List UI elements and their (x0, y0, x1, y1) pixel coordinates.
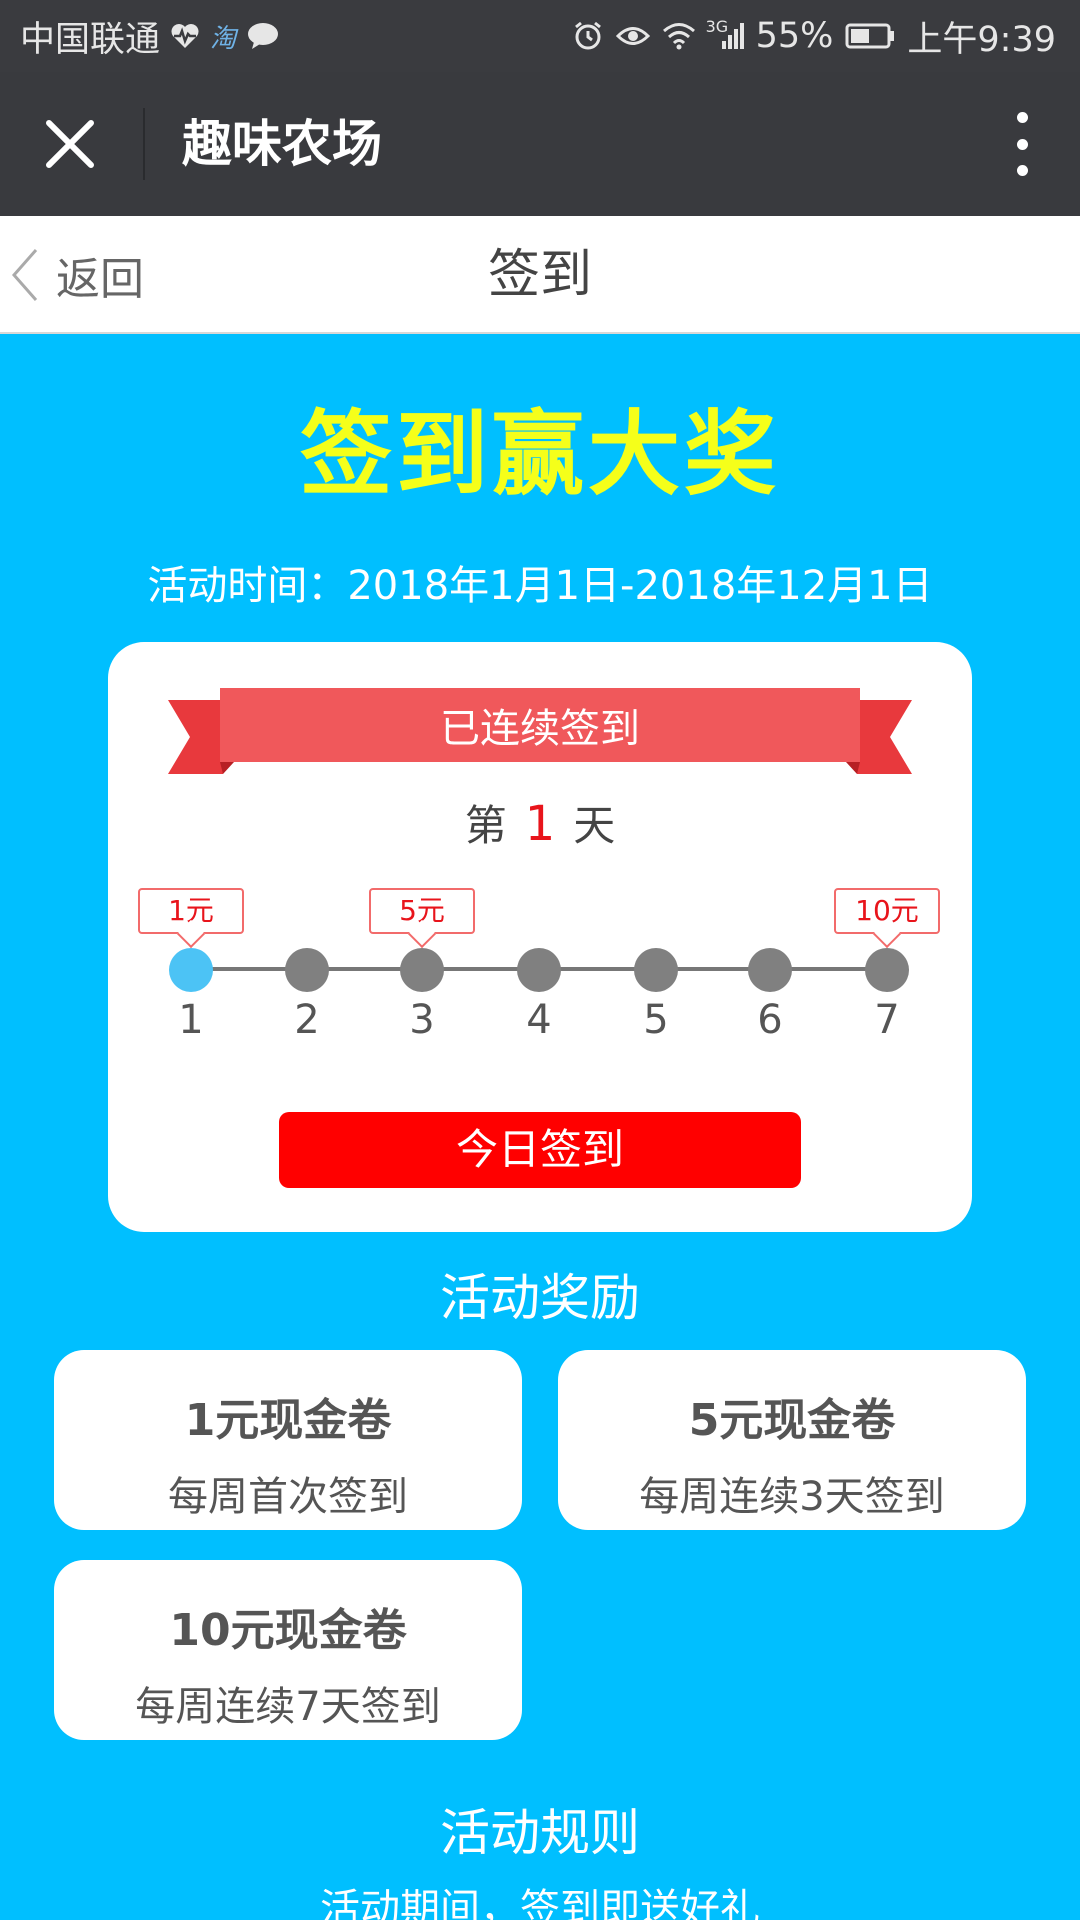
day-number: 1 (178, 997, 204, 1043)
title-divider (143, 108, 145, 180)
wifi-icon (662, 22, 696, 50)
activity-period: 活动时间：2018年1月1日-2018年12月1日 (147, 563, 933, 609)
page-title: 签到 (487, 245, 592, 305)
reward-condition: 每周连续3天签到 (639, 1474, 945, 1520)
app-title: 趣味农场 (182, 115, 382, 173)
day-number: 4 (526, 997, 552, 1043)
checkin-today-button[interactable]: 今日签到 (279, 1112, 801, 1188)
day-dot (517, 948, 561, 992)
more-menu-icon[interactable] (1010, 112, 1034, 176)
streak-ribbon: 已连续签到 (168, 688, 912, 778)
chat-bubble-icon (246, 21, 280, 51)
taobao-icon: 淘 (210, 23, 237, 54)
network-type-label: 3G (705, 17, 729, 36)
reward-card: 10元现金卷 每周连续7天签到 (54, 1560, 522, 1740)
day-dot (748, 948, 792, 992)
day-dot (169, 948, 213, 992)
webview-title-bar: 趣味农场 (0, 72, 1080, 216)
back-label: 返回 (56, 254, 144, 305)
reward-card: 5元现金卷 每周连续3天签到 (558, 1350, 1026, 1530)
reward-condition: 每周首次签到 (168, 1474, 408, 1520)
ribbon-label: 已连续签到 (440, 706, 640, 752)
day-number: 7 (874, 997, 900, 1043)
rules-text: 活动期间，签到即送好礼 (320, 1886, 760, 1920)
streak-prefix: 第 (464, 801, 507, 850)
streak-days: 1 (524, 796, 556, 852)
status-bar: 中国联通 淘 3G 55% 上午9:39 (0, 0, 1080, 72)
hero-title: 签到赢大奖 (299, 401, 780, 508)
checkin-card: 已连续签到 第1天 1 2 3 4 5 6 7 1元 5元 10元 今日签到 (108, 642, 972, 1232)
chevron-left-icon (12, 249, 38, 301)
eye-icon (615, 23, 650, 49)
page-header: 签到 返回 (0, 216, 1080, 334)
alarm-icon (572, 20, 604, 52)
reward-name: 1元现金卷 (184, 1395, 392, 1446)
reward-name: 5元现金卷 (688, 1395, 896, 1446)
signal-icon: 3G (706, 17, 744, 51)
rewards-section-title: 活动奖励 (440, 1269, 640, 1327)
streak-counter: 第1天 (108, 792, 972, 853)
clock: 上午9:39 (907, 19, 1056, 60)
reward-tag: 1元 (138, 888, 244, 934)
reward-tag: 5元 (369, 888, 475, 934)
heart-rate-icon (170, 22, 200, 50)
day-dot (865, 948, 909, 992)
day-number: 6 (757, 997, 783, 1043)
reward-tag: 10元 (834, 888, 940, 934)
reward-card: 1元现金卷 每周首次签到 (54, 1350, 522, 1530)
streak-suffix: 天 (573, 801, 616, 850)
battery-percent: 55% (755, 16, 834, 56)
carrier-label: 中国联通 (20, 19, 161, 60)
battery-icon (845, 23, 895, 49)
rules-section-title: 活动规则 (440, 1804, 640, 1862)
reward-name: 10元现金卷 (169, 1605, 407, 1656)
day-dot (400, 948, 444, 992)
reward-condition: 每周连续7天签到 (135, 1684, 441, 1730)
day-number: 2 (294, 997, 320, 1043)
day-dot (634, 948, 678, 992)
back-button[interactable]: 返回 (10, 216, 144, 334)
day-number: 5 (643, 997, 669, 1043)
close-icon[interactable] (40, 114, 100, 174)
day-dot (285, 948, 329, 992)
day-number: 3 (409, 997, 435, 1043)
